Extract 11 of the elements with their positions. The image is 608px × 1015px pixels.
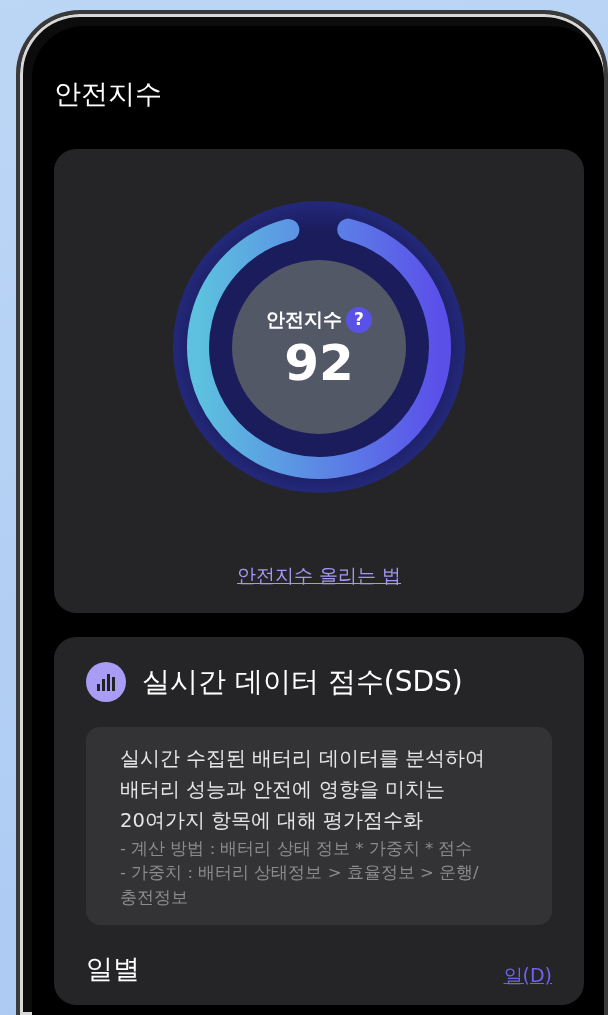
tips-link[interactable]: 안전지수 올리는 법 (236, 563, 402, 586)
page-title: 안전지수 (54, 77, 163, 111)
note-text: - 계산 방법 : 배터리 상태 정보 * 가중치 * 점수 (120, 837, 474, 860)
score-value: 92 (284, 337, 354, 388)
section-heading: 실시간 데이터 점수(SDS) (142, 664, 463, 700)
note-text: - 가중치 : 배터리 상태정보 > 효율정보 > 운행/충전정보 (120, 862, 480, 910)
gauge-label: 안전지수 (266, 307, 342, 333)
daily-heading: 일별 (86, 951, 140, 986)
description-text: 실시간 수집된 배터리 데이터를 분석하여 배터리 성능과 안전에 영향을 미치는 20여가지 항목에 대해 평가점수화 (120, 746, 486, 835)
period-selector[interactable]: 일(D) (503, 960, 552, 990)
bar-chart-icon (86, 662, 126, 702)
